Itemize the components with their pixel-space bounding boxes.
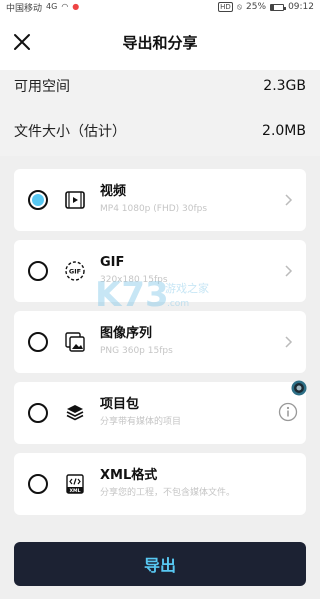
chevron-right-icon[interactable] <box>284 333 294 351</box>
xml-icon: XML <box>64 473 86 495</box>
image-sequence-icon <box>64 331 86 353</box>
option-image-sequence[interactable]: 图像序列 PNG 360p 15fps <box>14 311 306 373</box>
watermark-logo: K73 游戏之家 .com <box>95 270 225 318</box>
carrier-name: 中国移动 <box>6 3 43 14</box>
export-button[interactable]: 导出 <box>14 542 306 586</box>
available-space-row: 可用空间 2.3GB <box>14 72 306 100</box>
radio-xml[interactable] <box>28 474 48 494</box>
info-icon[interactable] <box>278 402 298 422</box>
header: 导出和分享 <box>0 14 320 70</box>
option-video[interactable]: 视频 MP4 1080p (FHD) 30fps <box>14 169 306 231</box>
status-right: HD ⦸ 25% 09:12 <box>218 2 314 12</box>
radio-project-package[interactable] <box>28 403 48 423</box>
signal-icon: 4G <box>46 2 58 11</box>
option-video-text: 视频 MP4 1080p (FHD) 30fps <box>100 184 207 216</box>
page-title: 导出和分享 <box>122 33 198 52</box>
file-size-label: 文件大小（估计） <box>14 124 126 140</box>
hd-badge: HD <box>218 2 233 12</box>
svg-text:游戏之家: 游戏之家 <box>165 281 209 295</box>
svg-text:.com: .com <box>167 299 189 309</box>
option-image-sequence-text: 图像序列 PNG 360p 15fps <box>100 326 173 358</box>
option-xml-detail: 分享您的工程，不包含媒体文件。 <box>100 488 236 498</box>
close-button[interactable] <box>10 30 34 54</box>
available-space-value: 2.3GB <box>263 78 306 94</box>
project-package-icon <box>64 402 86 424</box>
export-options: 视频 MP4 1080p (FHD) 30fps GIF GIF 320x180… <box>0 156 320 526</box>
option-video-name: 视频 <box>100 184 127 199</box>
option-image-sequence-detail: PNG 360p 15fps <box>100 346 173 356</box>
floating-assistant-icon[interactable] <box>291 380 307 396</box>
file-size-row: 文件大小（估计） 2.0MB <box>14 117 306 145</box>
option-project-package[interactable]: 项目包 分享带有媒体的项目 <box>14 382 306 444</box>
option-project-package-text: 项目包 分享带有媒体的项目 <box>100 397 181 429</box>
option-project-package-detail: 分享带有媒体的项目 <box>100 417 182 427</box>
close-icon <box>14 34 30 50</box>
option-video-detail: MP4 1080p (FHD) 30fps <box>100 204 208 214</box>
option-xml[interactable]: XML XML格式 分享您的工程，不包含媒体文件。 <box>14 453 306 515</box>
video-icon <box>64 189 86 211</box>
battery-fill <box>271 4 275 10</box>
option-project-package-name: 项目包 <box>100 397 140 412</box>
svg-text:GIF: GIF <box>69 268 81 276</box>
storage-info: 可用空间 2.3GB 文件大小（估计） 2.0MB <box>0 70 320 156</box>
status-left: 中国移动 4G ◠ ● <box>6 1 79 14</box>
battery-icon <box>270 3 287 11</box>
gif-icon: GIF <box>64 260 86 282</box>
radio-image-sequence[interactable] <box>28 332 48 352</box>
wifi-icon: ◠ <box>61 2 69 11</box>
chevron-right-icon[interactable] <box>284 191 294 209</box>
status-bar: 中国移动 4G ◠ ● HD ⦸ 25% 09:12 <box>0 0 320 14</box>
radio-video[interactable] <box>28 190 48 210</box>
mute-icon: ⦸ <box>236 2 243 11</box>
radio-dot <box>32 194 44 206</box>
battery-percent: 25% <box>246 2 267 12</box>
option-xml-name: XML格式 <box>100 468 158 483</box>
option-xml-text: XML格式 分享您的工程，不包含媒体文件。 <box>100 468 235 500</box>
svg-text:XML: XML <box>69 488 80 494</box>
location-icon: ● <box>72 2 80 11</box>
svg-text:K73: K73 <box>95 275 169 315</box>
chevron-right-icon[interactable] <box>284 262 294 280</box>
clock: 09:12 <box>288 2 314 12</box>
file-size-value: 2.0MB <box>262 123 306 139</box>
option-gif-name: GIF <box>100 255 125 270</box>
available-space-label: 可用空间 <box>14 79 70 95</box>
option-image-sequence-name: 图像序列 <box>100 326 153 341</box>
radio-gif[interactable] <box>28 261 48 281</box>
